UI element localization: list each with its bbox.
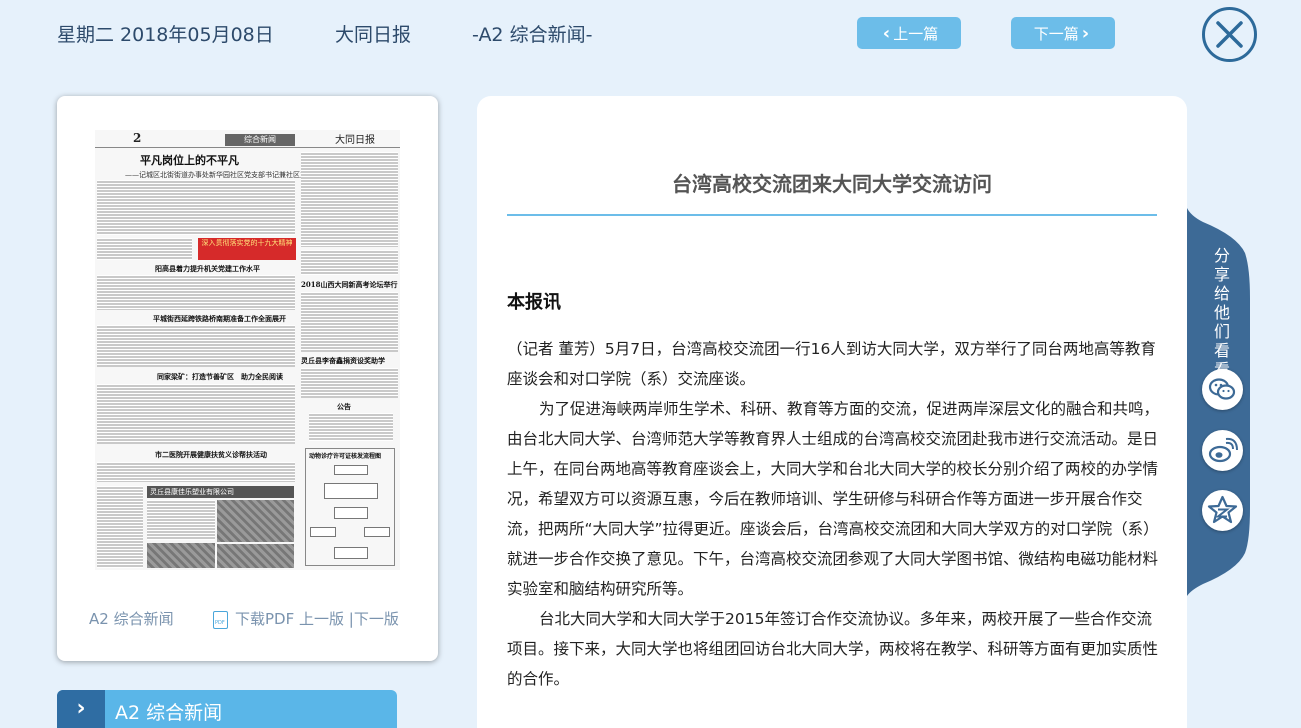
title-divider	[507, 214, 1157, 216]
article-title: 台湾高校交流团来大同大学交流访问	[672, 172, 992, 196]
share-qzone-button[interactable]	[1202, 490, 1243, 531]
thumb-photo	[217, 500, 294, 542]
thumb-flow-box	[364, 527, 390, 537]
thumb-photo	[217, 544, 294, 568]
thumb-text-block	[301, 368, 398, 398]
qzone-icon	[1207, 495, 1238, 524]
article-body: （记者 董芳）5月7日，台湾高校交流团一行16人到访大同大学，双方举行了同台两地…	[507, 334, 1159, 694]
thumb-flow-box	[334, 465, 368, 475]
thumb-text-block	[97, 486, 143, 568]
page-thumbnail-card: 2 综合新闻 大同日报 平凡岗位上的不平凡 ——记城区北街街道办事处新华园社区党…	[57, 96, 438, 661]
thumb-text-block	[301, 292, 398, 352]
weibo-icon	[1208, 437, 1238, 463]
next-page-link[interactable]: 下一版	[354, 610, 399, 628]
thumb-photo	[147, 543, 215, 568]
thumb-text-block	[301, 250, 398, 275]
thumb-heading: 2018山西大同新高考论坛举行	[301, 280, 398, 289]
close-icon	[1216, 21, 1243, 48]
thumb-headline: 平凡岗位上的不平凡	[140, 154, 239, 167]
thumb-edition-label: A2 综合新闻	[89, 610, 174, 628]
share-label: 分享给他们看看	[1213, 246, 1230, 379]
thumb-masthead-logo: 大同日报	[335, 135, 375, 146]
chevron-right-icon: ›	[57, 690, 105, 728]
thumb-text-block	[301, 152, 398, 247]
close-button[interactable]	[1202, 7, 1257, 62]
chevron-left-icon: ‹	[882, 22, 891, 44]
thumb-text-block	[97, 238, 192, 260]
thumb-ad-bar: 灵丘县康佳乐塑业有限公司	[147, 486, 294, 498]
next-article-label: 下一篇	[1033, 24, 1079, 43]
article-lead: 本报讯	[507, 292, 561, 313]
thumb-flow-box	[324, 483, 378, 499]
thumb-text-block	[97, 180, 295, 235]
article-paragraph: 台北大同大学和大同大学于2015年签订合作交流协议。多年来，两校开展了一些合作交…	[507, 610, 1159, 688]
thumb-text-block	[97, 325, 295, 367]
thumb-text-block	[309, 413, 393, 441]
prev-page-link[interactable]: 上一版	[299, 610, 344, 628]
thumb-heading: 动物诊疗许可证核发流程图	[309, 453, 382, 460]
thumb-flow-box	[334, 547, 368, 559]
thumb-flowchart: 动物诊疗许可证核发流程图	[305, 448, 395, 566]
thumb-red-banner: 深入贯彻落实党的十九大精神	[198, 238, 296, 260]
issue-date: 星期二 2018年05月08日	[57, 24, 274, 46]
page-list-tab[interactable]: › A2 综合新闻	[57, 690, 397, 728]
thumb-masthead: 2 综合新闻 大同日报	[95, 130, 400, 148]
share-weibo-button[interactable]	[1202, 430, 1243, 471]
next-article-button[interactable]: 下一篇 ›	[1011, 17, 1115, 49]
thumb-heading: 市二医院开展健康扶贫义诊帮扶活动	[155, 450, 267, 459]
download-pdf-link[interactable]: 下载PDF	[235, 610, 294, 628]
thumb-text-block	[97, 275, 295, 310]
paper-name: 大同日报	[335, 24, 412, 46]
pdf-icon: PDF	[213, 611, 228, 629]
thumb-footer-links: 下载PDF 上一版 |下一版	[235, 608, 399, 629]
thumb-text-block	[147, 500, 215, 540]
wechat-icon	[1208, 378, 1236, 400]
thumb-flow-box	[310, 527, 336, 537]
share-panel: 分享给他们看看	[1187, 208, 1251, 596]
article-panel: 台湾高校交流团来大同大学交流访问 本报讯 （记者 董芳）5月7日，台湾高校交流团…	[477, 96, 1187, 728]
article-paragraph: 为了促进海峡两岸师生学术、科研、教育等方面的交流，促进两岸深层文化的融合和共鸣，…	[507, 400, 1160, 598]
thumb-heading: 阳高县着力提升机关党建工作水平	[155, 264, 260, 273]
newspaper-page-thumbnail[interactable]: 2 综合新闻 大同日报 平凡岗位上的不平凡 ——记城区北街街道办事处新华园社区党…	[95, 130, 400, 570]
article-paragraph: （记者 董芳）5月7日，台湾高校交流团一行16人到访大同大学，双方举行了同台两地…	[507, 340, 1156, 388]
edition-label: -A2 综合新闻-	[472, 24, 593, 46]
prev-article-button[interactable]: ‹ 上一篇	[857, 17, 961, 49]
thumb-heading: 公告	[337, 402, 351, 411]
thumb-page-number: 2	[133, 131, 142, 145]
thumb-text-block	[97, 384, 295, 444]
header-bar: 星期二 2018年05月08日 大同日报 -A2 综合新闻- ‹ 上一篇 下一篇…	[0, 0, 1301, 70]
chevron-right-icon: ›	[1081, 22, 1090, 44]
share-wechat-button[interactable]	[1202, 369, 1243, 410]
thumb-section-banner: 综合新闻	[225, 134, 295, 146]
thumb-heading: 同家梁矿：打造节善矿区 助力全民阅读	[157, 372, 283, 381]
thumb-flow-box	[334, 507, 368, 519]
thumb-heading: 平城街西延跨铁路桥南期准备工作全面展开	[153, 314, 286, 323]
link-separator: |	[344, 610, 354, 628]
page-tab-label: A2 综合新闻	[115, 702, 223, 724]
prev-article-label: 上一篇	[893, 24, 939, 43]
thumb-heading: 灵丘县李奋鑫捐资设奖助学	[301, 356, 385, 365]
thumb-text-block	[97, 462, 295, 482]
